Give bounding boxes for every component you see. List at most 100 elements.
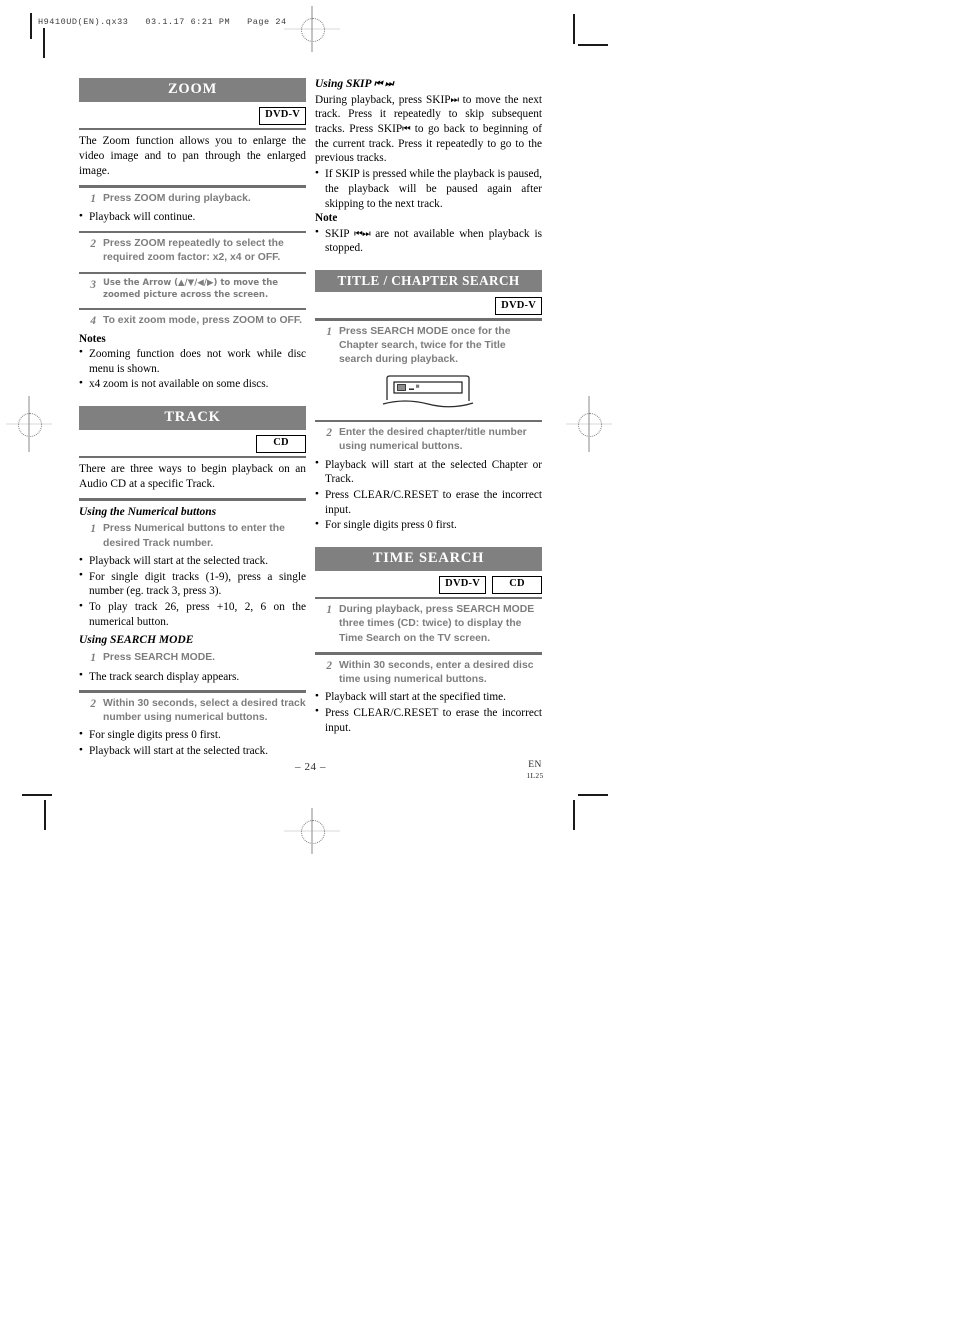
section-using-skip: Using SKIP ⏮ ⏭ During playback, press SK… [315,78,542,256]
print-job-header: H9410UD(EN).qx33 03.1.17 6:21 PM Page 24 [38,17,287,27]
track-numerical-bullet-3: To play track 26, press +10, 2, 6 on the… [79,600,306,629]
zoom-step-1: 1 Press ZOOM during playback. [79,192,306,207]
skip-note-next-icon: ⏭ [362,228,371,240]
time-search-badge-row: DVD-V CD [315,575,542,594]
track-searchmode-step-2-number: 2 [90,697,96,710]
track-numerical-subhead: Using the Numerical buttons [79,505,217,518]
zoom-section-title: ZOOM [79,78,306,102]
time-search-step-1-number: 1 [326,604,332,617]
time-search-rule-step2 [315,652,542,655]
time-search-step-1-text: During playback, press SEARCH MODE three… [339,604,535,644]
track-numerical-bullet-2: For single digit tracks (1-9), press a s… [79,569,306,599]
track-searchmode-bullet-2: For single digits press 0 first. [79,728,306,743]
section-zoom: ZOOM DVD-V The Zoom function allows you … [79,78,306,392]
zoom-rule-step1 [79,185,306,188]
time-search-bullet-2: Press CLEAR/C.RESET to erase the incorre… [315,705,542,735]
skip-subhead: Using SKIP ⏮ ⏭ [315,78,542,92]
crop-mark-bottom-right-vertical [573,800,575,830]
title-chapter-rule-step2 [315,419,542,422]
zoom-step-4: 4 To exit zoom mode, press ZOOM to OFF. [79,314,306,329]
title-chapter-step-2-text: Enter the desired chapter/title number u… [339,426,527,453]
registration-mark-top [284,6,340,52]
skip-subhead-label: Using SKIP [315,78,372,90]
tv-screen-chapter-search-display-figure [315,374,542,414]
skip-bullet: If SKIP is pressed while the playback is… [315,167,542,211]
title-chapter-bullet-1: Playback will start at the selected Chap… [315,457,542,487]
skip-note: SKIP ⏮⏭ are not available when playback … [315,226,542,256]
track-numerical-step-1: 1 Press Numerical buttons to enter the d… [79,522,306,551]
footer-language-code: EN 1L25 [515,760,555,780]
skip-next-icon: ⏭ [450,94,460,106]
track-searchmode-step-1-text: Press SEARCH MODE. [103,652,216,664]
zoom-step-1-text: Press ZOOM during playback. [103,192,251,204]
zoom-rule-top [79,127,306,131]
track-searchmode-step-1-number: 1 [90,652,96,665]
title-chapter-step-2-number: 2 [326,426,332,439]
track-section-title: TRACK [79,405,306,430]
badge-cd: CD [256,434,306,453]
track-numerical-bullet-1: Playback will start at the selected trac… [79,554,306,569]
zoom-notes-label: Notes [79,332,106,345]
zoom-step-2-text: Press ZOOM repeatedly to select the requ… [103,238,284,264]
registration-mark-bottom [284,808,340,854]
footer-language: EN [528,760,542,770]
title-chapter-step-1: 1 Press SEARCH MODE once for the Chapter… [315,325,542,368]
crop-mark-bottom-left-vertical [44,800,46,830]
track-searchmode-step-2: 2 Within 30 seconds, select a desired tr… [79,697,306,726]
time-search-bullet-1: Playback will start at the specified tim… [315,690,542,705]
zoom-step-2: 2 Press ZOOM repeatedly to select the re… [79,237,306,266]
tv-screen-icon [382,374,473,407]
section-track: TRACK CD There are three ways to begin p… [79,405,306,759]
title-chapter-step-1-number: 1 [326,325,332,338]
track-rule-searchmode-step2 [79,690,306,693]
left-column: ZOOM DVD-V The Zoom function allows you … [79,78,306,760]
badge-dvd-v: DVD-V [259,106,306,125]
zoom-step-1-number: 1 [90,192,96,205]
zoom-note-1: Zooming function does not work while dis… [79,346,306,376]
skip-paragraph-part-1: During playback, press SKIP [315,93,451,106]
header-left-rule [30,13,32,39]
track-numerical-step-1-number: 1 [90,523,96,536]
zoom-intro-text: The Zoom function allows you to enlarge … [79,135,306,178]
skip-note-part-1: SKIP [325,227,350,240]
track-searchmode-bullet-1: The track search display appears. [79,669,306,685]
zoom-rule-step3 [79,271,306,275]
zoom-note-2: x4 zoom is not available on some discs. [79,377,306,392]
time-search-rule-top [315,596,542,600]
title-chapter-step-1-text: Press SEARCH MODE once for the Chapter s… [339,325,511,366]
time-search-step-2: 2 Within 30 seconds, enter a desired dis… [315,659,542,688]
badge-dvd-v: DVD-V [439,575,486,594]
zoom-step-3-text: Use the Arrow (▲/▼/◀/▶) to move the zoom… [103,278,279,300]
track-searchmode-bullet-3: Playback will start at the selected trac… [79,744,306,759]
title-chapter-section-title: TITLE / CHAPTER SEARCH [315,269,542,293]
badge-cd: CD [492,575,542,594]
title-chapter-bullet-3: For single digits press 0 first. [315,518,542,533]
title-chapter-step-2: 2 Enter the desired chapter/title number… [315,426,542,455]
zoom-step-4-number: 4 [90,315,96,328]
zoom-badge-row: DVD-V [79,106,306,125]
zoom-step-2-number: 2 [90,238,96,251]
track-numerical-step-1-text: Press Numerical buttons to enter the des… [103,523,285,549]
section-title-chapter-search: TITLE / CHAPTER SEARCH DVD-V 1 Press SEA… [315,269,542,533]
skip-note-prev-icon: ⏮ [354,228,363,240]
skip-prev-icon: ⏮ [402,123,411,135]
skip-note-label: Note [315,212,338,225]
zoom-step-1-bullet: Playback will continue. [79,210,306,225]
page-number: – 24 – [295,761,327,773]
zoom-rule-step4 [79,307,306,311]
section-time-search: TIME SEARCH DVD-V CD 1 During playback, … [315,547,542,735]
skip-prev-next-icon: ⏮ ⏭ [374,78,393,90]
track-searchmode-step-2-text: Within 30 seconds, select a desired trac… [103,697,306,724]
crop-mark-top-right-vertical [573,14,575,44]
time-search-section-title: TIME SEARCH [315,547,542,571]
zoom-rule-step2 [79,230,306,234]
track-rule-top [79,455,306,459]
crop-mark-top-left-vertical [43,28,45,58]
time-search-step-2-text: Within 30 seconds, enter a desired disc … [339,659,534,685]
track-badge-row: CD [79,434,306,453]
registration-mark-left [6,396,52,452]
crop-mark-top-right-horizontal [578,44,608,46]
crop-mark-bottom-right-horizontal [578,794,608,796]
time-search-step-2-number: 2 [326,659,332,672]
footer-code: 1L25 [526,771,544,780]
